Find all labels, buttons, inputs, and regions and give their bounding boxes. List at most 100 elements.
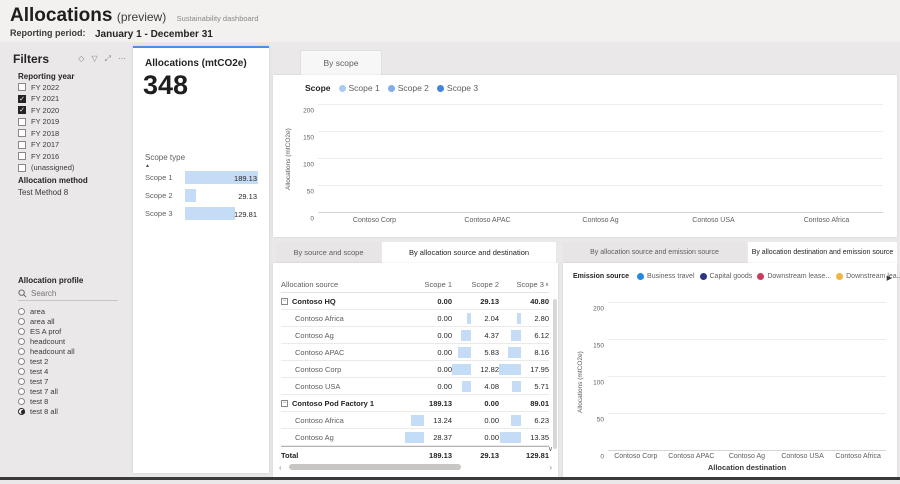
- page-title: Allocations: [10, 5, 112, 26]
- filter-icon[interactable]: ▽: [91, 54, 97, 64]
- radio-button[interactable]: [18, 378, 25, 385]
- legend-dot-icon: [836, 273, 843, 280]
- radio-button[interactable]: [18, 318, 25, 325]
- radio-button[interactable]: [18, 338, 25, 345]
- emission-chart-panel: Emission source Business travelCapital g…: [563, 263, 897, 477]
- scrollbar-track[interactable]: [289, 464, 542, 470]
- table-cell: 4.08: [452, 381, 499, 392]
- tab-by-allocation-source-and-destination[interactable]: By allocation source and destination: [382, 242, 556, 263]
- column-header-scope[interactable]: Scope 2: [452, 280, 499, 289]
- cell-value: 12.82: [473, 365, 499, 374]
- table-cell: 0.00: [405, 331, 452, 340]
- checkbox[interactable]: [18, 129, 26, 137]
- row-name: Contoso Ag: [295, 331, 334, 340]
- cell-value: 0.00: [426, 365, 452, 374]
- reporting-year-option: FY 2019: [18, 117, 126, 127]
- data-bar[interactable]: [185, 189, 196, 202]
- legend-item[interactable]: Capital goods: [700, 273, 753, 280]
- scope-type-row: Scope 229.13: [145, 188, 258, 206]
- table-row[interactable]: Contoso Ag0.004.376.12: [281, 327, 549, 344]
- eraser-icon[interactable]: ◇: [78, 54, 84, 64]
- legend-item[interactable]: Scope 2: [388, 83, 429, 93]
- checkbox[interactable]: [18, 83, 26, 91]
- y-axis-title: Allocations (mtCO2e): [285, 128, 292, 190]
- radio-button[interactable]: [18, 328, 25, 335]
- checkbox[interactable]: [18, 164, 26, 172]
- table-cell: 6.23: [499, 415, 549, 426]
- legend-item[interactable]: Downstream lease...: [757, 273, 831, 280]
- checkbox[interactable]: [18, 118, 26, 126]
- radio-label: area all: [30, 317, 55, 326]
- radio-label: test 7: [30, 377, 48, 386]
- tab-by-scope[interactable]: By scope: [300, 50, 382, 75]
- table-row[interactable]: Contoso APAC0.005.838.16: [281, 344, 549, 361]
- row-name: Contoso Africa: [295, 416, 344, 425]
- row-name: Total: [281, 451, 298, 460]
- radio-button[interactable]: [18, 358, 25, 365]
- table-row[interactable]: Contoso USA0.004.085.71: [281, 378, 549, 395]
- data-bar[interactable]: [185, 207, 235, 220]
- x-category-label: Contoso APAC: [664, 453, 720, 460]
- bars-layer: [608, 303, 886, 451]
- expand-icon[interactable]: ⤢: [105, 54, 111, 64]
- by-scope-plot: 050100150200: [318, 105, 883, 213]
- scroll-right-icon[interactable]: ›: [542, 463, 552, 472]
- scope-type-row: Scope 1189.13: [145, 170, 258, 188]
- legend-next-arrow-icon[interactable]: ▶: [887, 274, 892, 282]
- table-cell: 0.00: [452, 433, 499, 442]
- scroll-left-icon[interactable]: ‹: [279, 463, 289, 472]
- radio-label: test 8: [30, 397, 48, 406]
- column-header-scope[interactable]: Scope 3∧: [499, 280, 549, 289]
- data-bar-zone: 189.13: [185, 171, 258, 184]
- cell-data-bar: [511, 330, 521, 341]
- table-cell: 13.24: [405, 415, 452, 426]
- cell-data-bar: [462, 381, 471, 392]
- checkbox[interactable]: [18, 152, 26, 160]
- table-row[interactable]: Contoso Ag28.370.0013.35: [281, 429, 549, 446]
- cell-value: 0.00: [426, 314, 452, 323]
- tab-by-allocation-source-and-emission-source[interactable]: By allocation source and emission source: [563, 242, 746, 263]
- radio-button[interactable]: [18, 398, 25, 405]
- table-row[interactable]: Contoso Africa 13.24 0.006.23: [281, 412, 549, 429]
- table-row[interactable]: Contoso Corp0.0012.8217.95: [281, 361, 549, 378]
- checkbox[interactable]: ✓: [18, 95, 26, 103]
- radio-button[interactable]: [18, 348, 25, 355]
- legend-item[interactable]: Business travel: [637, 273, 694, 280]
- cell-value: 0.00: [473, 399, 499, 408]
- scrollbar-thumb[interactable]: [289, 464, 461, 470]
- vertical-scrollbar[interactable]: [553, 299, 557, 449]
- cell-value: 0.00: [473, 416, 499, 425]
- radio-button[interactable]: [18, 308, 25, 315]
- checkbox-label: FY 2017: [31, 140, 59, 149]
- collapse-icon[interactable]: −: [281, 400, 288, 407]
- scope-type-column-header[interactable]: Scope type: [145, 153, 185, 162]
- legend-item[interactable]: Scope 3: [437, 83, 478, 93]
- by-scope-chart-panel: Scope Scope 1Scope 2Scope 3 Allocations …: [273, 75, 897, 237]
- cell-value: 8.16: [523, 348, 549, 357]
- radio-button[interactable]: [18, 408, 25, 415]
- legend-dot-icon: [637, 273, 644, 280]
- cell-data-bar: [411, 415, 424, 426]
- legend-item[interactable]: Scope 1: [339, 83, 380, 93]
- tab-by-allocation-destination-and-emission-source[interactable]: By allocation destination and emission s…: [748, 242, 897, 263]
- more-icon[interactable]: ⋯: [118, 54, 126, 64]
- radio-button[interactable]: [18, 388, 25, 395]
- checkbox[interactable]: ✓: [18, 106, 26, 114]
- x-category-label: Contoso USA: [775, 453, 831, 460]
- radio-button[interactable]: [18, 368, 25, 375]
- allocation-profile-option: test 8: [18, 396, 126, 406]
- checkbox-label: FY 2016: [31, 152, 59, 161]
- cell-value: 0.00: [426, 297, 452, 306]
- column-header-allocation-source[interactable]: Allocation source: [281, 280, 405, 289]
- table-row[interactable]: Contoso Africa0.002.042.80: [281, 310, 549, 327]
- search-input[interactable]: [31, 289, 111, 298]
- collapse-icon[interactable]: −: [281, 298, 288, 305]
- checkbox[interactable]: [18, 141, 26, 149]
- table-row[interactable]: −Contoso Pod Factory 1189.130.0089.01: [281, 395, 549, 412]
- table-row[interactable]: −Contoso HQ0.0029.1340.80: [281, 293, 549, 310]
- checkbox-label: FY 2020: [31, 106, 59, 115]
- legend-label: Scope 1: [349, 83, 380, 93]
- tab-by-source-and-scope[interactable]: By source and scope: [276, 242, 381, 263]
- column-header-scope[interactable]: Scope 1: [405, 280, 452, 289]
- table-cell: 0.00: [405, 365, 452, 374]
